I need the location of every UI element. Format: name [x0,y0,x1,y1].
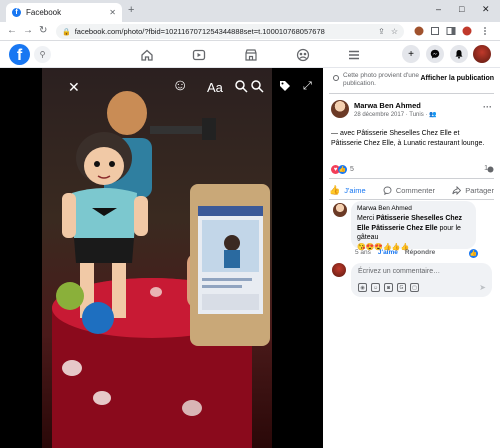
info-icon [333,75,339,81]
show-post-button[interactable]: Afficher la publication [420,75,494,82]
comment-button[interactable]: Commenter [383,186,435,195]
face-tag-icon[interactable]: ☺ [172,77,188,95]
share-label: Partager [465,186,494,195]
address-bar[interactable]: 🔒 facebook.com/photo/?fbid=1021167071254… [56,24,404,39]
tag-icon[interactable] [279,80,291,92]
reactions-count: 5 [350,166,354,173]
like-button[interactable]: 👍 J'aime [329,185,366,196]
comment-prefix: Merci [357,215,377,222]
window-close-button[interactable]: ✕ [482,4,490,15]
divider [329,199,494,200]
comment-like-badge-icon: 👍 [469,249,478,258]
tab-title: Facebook [26,8,62,17]
divider [329,178,494,179]
share-arrow-icon [452,186,462,195]
forward-icon[interactable]: → [23,25,33,36]
commenter-avatar[interactable] [333,203,347,217]
browser-tab[interactable]: f Facebook ✕ [6,3,122,22]
notice-text: Cette photo provient d'une publication. [343,72,420,87]
send-icon[interactable]: ➤ [479,283,486,292]
avatar-sticker-icon[interactable]: ◉ [358,283,367,292]
emoji-icon[interactable]: ☺ [371,283,380,292]
post-date-text: 28 décembre 2017 · Tunis · [354,112,428,118]
like-reaction-icon: 👍 [338,165,347,174]
reactions-summary[interactable]: ♥ 👍 5 [331,165,354,174]
share-button[interactable]: Partager [452,186,494,195]
post-date: 28 décembre 2017 · Tunis · 👥 [354,111,437,118]
post-actions: 👍 J'aime Commenter Partager [329,182,494,199]
tab-close-icon[interactable]: ✕ [109,8,116,17]
menu-icon[interactable] [347,48,361,62]
search-icon[interactable]: ⚲ [34,46,51,63]
text-edit-icon[interactable]: Aa [207,80,223,95]
close-viewer-icon[interactable]: ✕ [68,79,80,96]
camera-icon[interactable]: ◙ [384,283,393,292]
comment-icon [383,186,392,195]
comment-age[interactable]: 5 ans [355,249,371,256]
profile-icon[interactable] [462,26,472,36]
maximize-button[interactable]: □ [459,4,464,14]
browser-tab-bar: f Facebook ✕ + – □ ✕ [0,0,500,22]
mention-link[interactable]: Pâtisserie Chez Elle [371,225,437,232]
cake-photo[interactable] [42,68,272,448]
like-label: J'aime [344,186,366,195]
post-author[interactable]: Marwa Ben Ahmed [354,101,421,110]
post-details-panel: Cette photo provient d'une publication. … [323,68,500,448]
facebook-logo-icon[interactable]: f [9,44,30,65]
comment-meta: 5 ans J'aime Répondre [355,249,435,256]
watch-icon[interactable] [192,48,206,62]
sticker-icon[interactable]: ▢ [410,283,419,292]
marketplace-icon[interactable] [244,48,258,62]
sidebar-icon[interactable] [446,26,456,36]
messenger-icon[interactable] [426,45,444,63]
facebook-header: f ⚲ + [0,41,500,68]
account-avatar[interactable] [473,45,491,63]
comment-composer[interactable]: Écrivez un commentaire… ◉ ☺ ◙ G ▢ ➤ [351,263,492,297]
friends-icon: 👥 [429,112,437,118]
comment-reply-link[interactable]: Répondre [405,249,435,256]
post-text: — avec Pâtisserie Sheselles Chez Elle et… [331,130,485,147]
more-options-icon[interactable]: ··· [483,102,492,112]
fullscreen-icon[interactable]: ⤢ [303,80,312,93]
bookmark-star-icon[interactable]: ☆ [391,27,398,36]
comment-count-icon [487,166,494,173]
divider [329,93,494,94]
minimize-button[interactable]: – [436,4,441,14]
share-icon[interactable]: ⇪ [378,27,385,36]
back-icon[interactable]: ← [7,25,17,36]
composer-tools: ◉ ☺ ◙ G ▢ [358,283,419,292]
extension-icon[interactable] [414,26,424,36]
reload-icon[interactable]: ↻ [39,25,47,36]
author-avatar[interactable] [331,100,349,118]
gif-icon[interactable]: G [397,283,406,292]
notifications-bell-icon[interactable] [450,45,468,63]
new-tab-button[interactable]: + [128,4,134,16]
home-icon[interactable] [140,48,154,62]
photo-viewer: ✕ ☺ Aa ⤢ [0,68,323,448]
my-avatar [332,263,346,277]
create-button[interactable]: + [402,45,420,63]
lock-icon: 🔒 [62,28,71,36]
puzzle-icon[interactable] [430,26,440,36]
comment-bubble: Marwa Ben Ahmed Merci Pâtisserie Shesell… [351,201,476,252]
comment-label: Commenter [395,186,436,195]
thumbs-up-icon: 👍 [329,185,341,195]
comment-like-link[interactable]: J'aime [378,249,398,256]
url-text[interactable]: facebook.com/photo/?fbid=102116707125434… [75,27,372,36]
groups-icon[interactable] [296,48,310,62]
comment-text: Merci Pâtisserie Sheselles Chez Elle Pât… [357,214,470,252]
browser-toolbar: ← → ↻ 🔒 facebook.com/photo/?fbid=1021167… [0,22,500,41]
photo-source-notice: Cette photo provient d'une publication. … [329,72,500,92]
browser-menu-icon[interactable] [480,26,490,36]
facebook-favicon-icon: f [12,8,21,17]
comment-author[interactable]: Marwa Ben Ahmed [357,205,470,212]
zoom-icons[interactable] [234,79,264,95]
comment-input[interactable]: Écrivez un commentaire… [358,268,440,275]
